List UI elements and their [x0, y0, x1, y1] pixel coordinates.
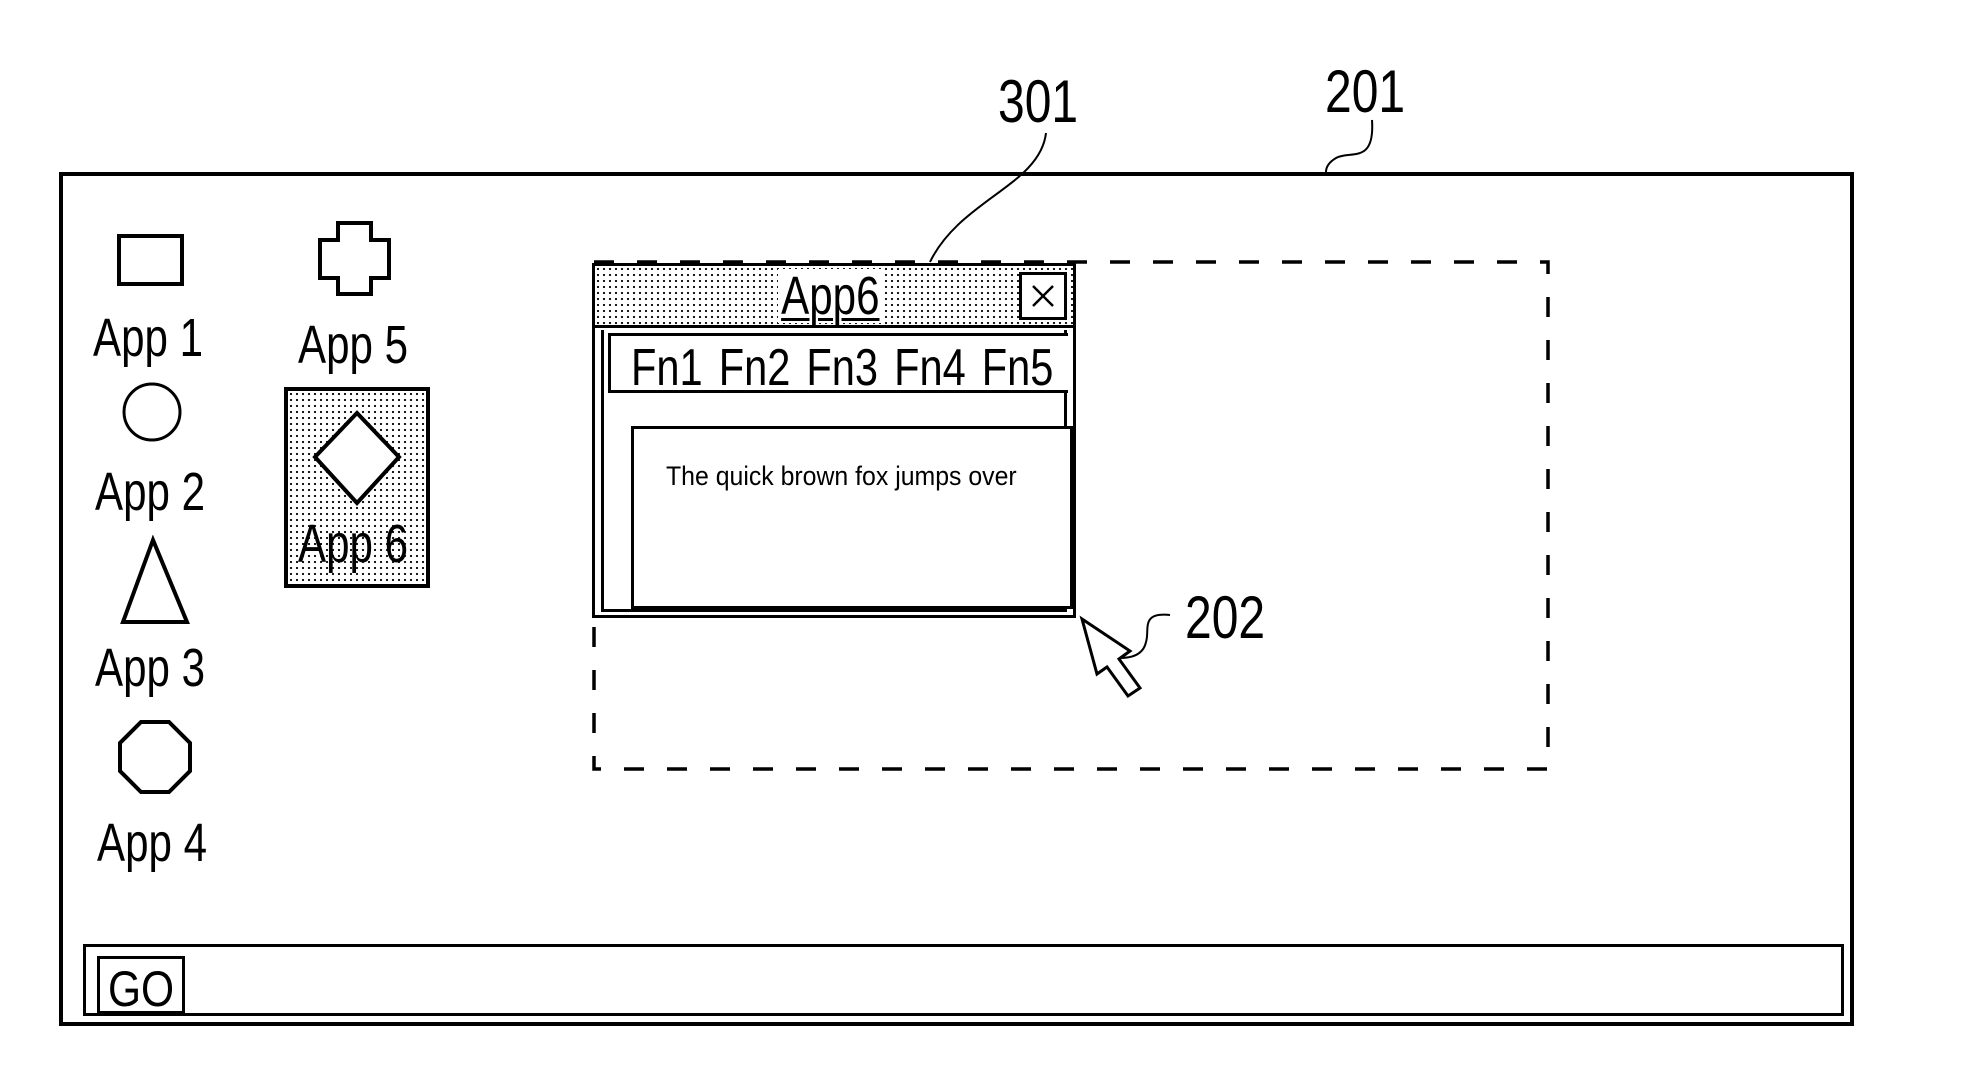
close-button[interactable]: [1019, 272, 1067, 320]
window-titlebar[interactable]: App6: [595, 266, 1073, 328]
desktop-icon-label-app6: App 6: [298, 514, 409, 574]
menu-item-fn3[interactable]: Fn3: [806, 342, 878, 390]
menu-item-fn4[interactable]: Fn4: [894, 342, 966, 390]
taskbar: [83, 944, 1844, 1016]
menu-item-fn1[interactable]: Fn1: [631, 342, 703, 390]
menu-item-fn2[interactable]: Fn2: [719, 342, 791, 390]
desktop-icon-label-app2[interactable]: App 2: [95, 465, 205, 519]
document-text: The quick brown fox jumps over: [666, 461, 1017, 491]
desktop-icon-label-app3[interactable]: App 3: [95, 641, 205, 695]
callout-201: 201: [1325, 58, 1406, 125]
desktop-icon-label-app5[interactable]: App 5: [298, 318, 408, 372]
rectangle-icon[interactable]: [117, 234, 184, 286]
go-button-label: GO: [108, 961, 175, 1017]
window-title: App6: [778, 269, 883, 323]
close-icon: [1032, 285, 1054, 307]
menu-bar: Fn1 Fn2 Fn3 Fn4 Fn5: [608, 333, 1068, 393]
leader-line-201: [1325, 119, 1374, 173]
document-area[interactable]: The quick brown fox jumps over: [631, 426, 1073, 609]
diamond-icon: [312, 410, 402, 506]
octagon-icon[interactable]: [118, 720, 192, 794]
desktop-icon-app6-selected[interactable]: App 6: [284, 387, 430, 588]
desktop-icon-label-app4[interactable]: App 4: [97, 816, 207, 870]
desktop-icon-label-app1[interactable]: App 1: [93, 311, 203, 365]
app-window[interactable]: App6 Fn1 Fn2 Fn3 Fn4 Fn5 The quick brown fox…: [592, 263, 1076, 618]
go-button[interactable]: GO: [97, 956, 185, 1014]
circle-icon[interactable]: [122, 382, 182, 442]
callout-301: 301: [998, 68, 1079, 135]
menu-item-fn5[interactable]: Fn5: [982, 342, 1054, 390]
